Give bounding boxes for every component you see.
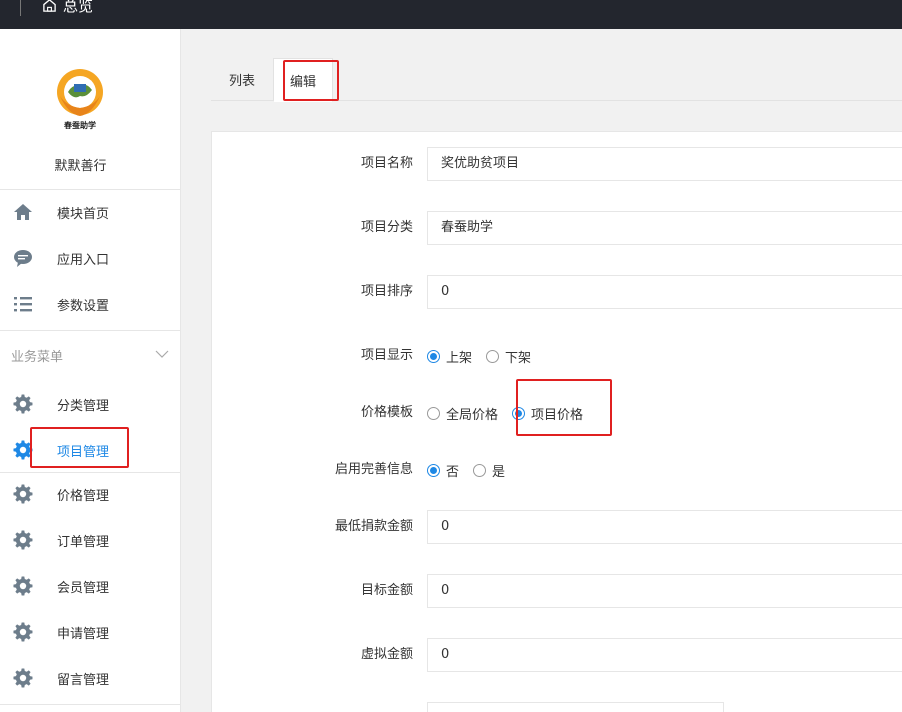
virtual-amount-input[interactable]: 0 <box>427 638 902 672</box>
edit-form: 项目名称 奖优助贫项目 项目分类 春蚕助学 项目排序 0 项目显示 上架 下架 <box>211 131 902 712</box>
form-row-target-amount: 目标金额 0 <box>212 574 902 608</box>
radio-label: 项目价格 <box>531 407 584 423</box>
svg-text:春蚕助学: 春蚕助学 <box>64 120 96 130</box>
form-row-project-category: 项目分类 春蚕助学 <box>212 211 902 245</box>
topbar-separator <box>20 0 21 16</box>
overview-link[interactable]: 总览 <box>42 0 93 16</box>
require-info-label: 启用完善信息 <box>334 462 413 477</box>
sidebar-item-message-management[interactable]: 留言管理 <box>0 658 181 698</box>
sidebar-item-label: 应用入口 <box>57 252 110 268</box>
brand-logo: 春蚕助学 <box>57 69 103 130</box>
sidebar-divider <box>0 704 181 705</box>
tab-bar: 列表 编辑 <box>211 58 902 102</box>
sidebar-item-category-management[interactable]: 分类管理 <box>0 384 181 424</box>
radio-dot <box>427 349 440 363</box>
sidebar-divider <box>0 330 181 331</box>
home-outline-icon <box>43 0 56 12</box>
form-row-min-donation: 最低捐款金额 0 <box>212 510 902 544</box>
brand-name: 默默善行 <box>54 159 107 174</box>
radio-dot <box>512 406 526 420</box>
form-row-project-sort: 项目排序 0 <box>212 275 902 309</box>
project-display-label: 项目显示 <box>360 348 413 363</box>
radio-label: 上架 <box>446 350 473 366</box>
sidebar-item-settings[interactable]: 参数设置 <box>0 284 181 324</box>
top-bar: 总览 <box>0 0 902 29</box>
chevron-down-icon <box>155 350 169 358</box>
gear-icon <box>12 393 34 415</box>
form-row-project-name: 项目名称 奖优助贫项目 <box>212 147 902 181</box>
radio-no[interactable]: 否 <box>427 461 459 480</box>
chat-icon <box>12 247 34 269</box>
min-donation-input[interactable]: 0 <box>427 510 902 544</box>
group-label: 业务菜单 <box>11 349 64 365</box>
sidebar-divider <box>0 472 181 473</box>
gear-icon <box>12 439 34 461</box>
sidebar-item-member-management[interactable]: 会员管理 <box>0 566 181 606</box>
radio-label: 是 <box>492 464 506 480</box>
sidebar-item-label: 申请管理 <box>57 626 110 642</box>
overview-label: 总览 <box>63 0 94 15</box>
main-content: 列表 编辑 项目名称 奖优助贫项目 项目分类 春蚕助学 项目排序 0 项目显示 … <box>181 29 902 712</box>
sidebar-item-label: 项目管理 <box>57 444 110 460</box>
sidebar-item-project-management[interactable]: 项目管理 <box>0 430 181 470</box>
next-field-input[interactable] <box>427 702 724 712</box>
virtual-amount-label: 虚拟金额 <box>360 647 413 662</box>
sidebar-item-label: 订单管理 <box>57 534 110 550</box>
form-row-price-template: 价格模板 全局价格 项目价格 <box>212 396 902 430</box>
min-donation-label: 最低捐款金额 <box>334 519 413 534</box>
form-row-next <box>212 702 902 712</box>
gear-icon <box>12 483 34 505</box>
radio-global-price[interactable]: 全局价格 <box>427 404 498 423</box>
price-template-radio-group: 全局价格 项目价格 <box>427 396 597 430</box>
radio-yes[interactable]: 是 <box>473 461 505 480</box>
sidebar-item-application-management[interactable]: 申请管理 <box>0 612 181 652</box>
radio-project-price[interactable]: 项目价格 <box>512 404 583 423</box>
form-row-virtual-amount: 虚拟金额 0 <box>212 638 902 672</box>
radio-dot <box>486 349 500 363</box>
radio-dot <box>473 463 487 477</box>
sidebar-item-app-entry[interactable]: 应用入口 <box>0 238 181 278</box>
gear-icon <box>12 667 34 689</box>
project-name-input[interactable]: 奖优助贫项目 <box>427 147 902 181</box>
business-menu-group[interactable]: 业务菜单 <box>0 340 181 370</box>
project-sort-label: 项目排序 <box>360 284 413 299</box>
project-category-select[interactable]: 春蚕助学 <box>427 211 902 245</box>
sidebar-item-module-home[interactable]: 模块首页 <box>0 192 181 232</box>
sidebar-item-label: 分类管理 <box>57 398 110 414</box>
project-sort-input[interactable]: 0 <box>427 275 902 309</box>
require-info-radio-group: 否 是 <box>427 453 519 487</box>
radio-label: 下架 <box>505 350 532 366</box>
sidebar-item-label: 模块首页 <box>57 206 110 222</box>
form-row-require-info: 启用完善信息 否 是 <box>212 453 902 487</box>
price-template-label: 价格模板 <box>360 405 413 420</box>
sidebar-divider <box>0 189 181 190</box>
radio-dot <box>427 406 440 420</box>
project-category-label: 项目分类 <box>360 220 413 235</box>
project-name-label: 项目名称 <box>360 156 413 171</box>
radio-dot <box>427 463 440 477</box>
sidebar-item-order-management[interactable]: 订单管理 <box>0 520 181 560</box>
sidebar-item-label: 留言管理 <box>57 672 110 688</box>
sidebar-item-price-management[interactable]: 价格管理 <box>0 474 181 514</box>
list-icon <box>12 293 34 315</box>
gear-icon <box>12 575 34 597</box>
tab-edit[interactable]: 编辑 <box>273 58 333 102</box>
gear-icon <box>12 621 34 643</box>
sidebar-item-label: 价格管理 <box>57 488 110 504</box>
sidebar: 春蚕助学 默默善行 模块首页 应用入口 参数设置 业务菜单 分类管理 项目管理 … <box>0 29 181 712</box>
gear-icon <box>12 529 34 551</box>
radio-on-shelf[interactable]: 上架 <box>427 347 472 366</box>
project-display-radio-group: 上架 下架 <box>427 339 545 373</box>
target-amount-input[interactable]: 0 <box>427 574 902 608</box>
target-amount-label: 目标金额 <box>360 583 413 598</box>
radio-label: 否 <box>446 464 460 480</box>
home-icon <box>12 201 34 223</box>
radio-off-shelf[interactable]: 下架 <box>486 347 531 366</box>
tab-list[interactable]: 列表 <box>211 58 273 101</box>
sidebar-item-label: 会员管理 <box>57 580 110 596</box>
sidebar-item-label: 参数设置 <box>57 298 110 314</box>
form-row-project-display: 项目显示 上架 下架 <box>212 339 902 373</box>
radio-label: 全局价格 <box>446 407 499 423</box>
